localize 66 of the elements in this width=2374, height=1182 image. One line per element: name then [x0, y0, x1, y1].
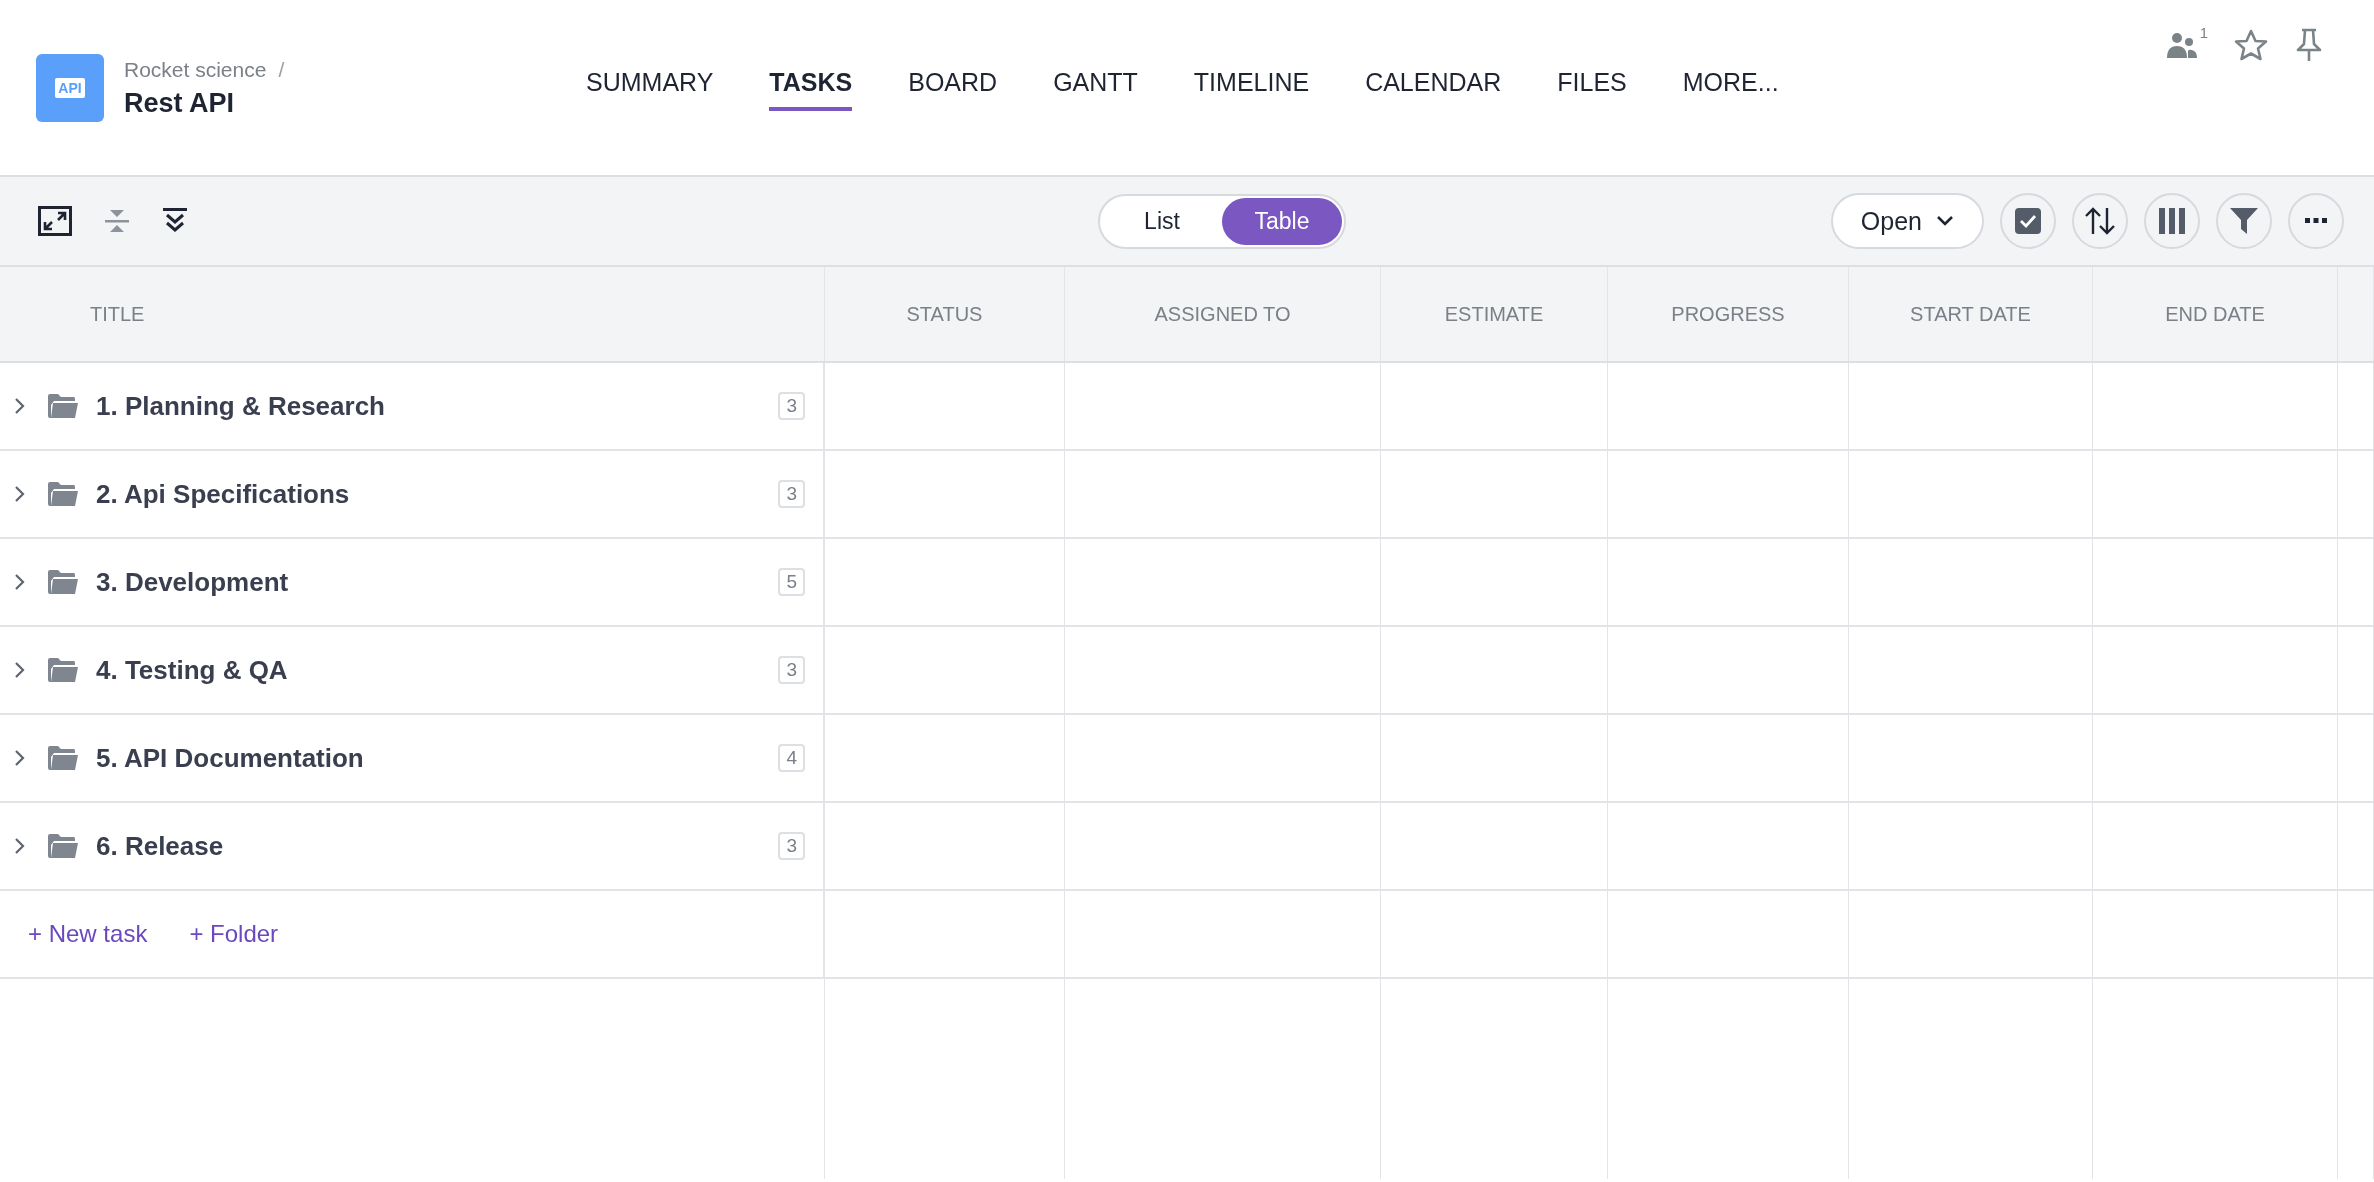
filter-button[interactable]: [2216, 193, 2272, 249]
new-task-link[interactable]: + New task: [28, 920, 148, 948]
checkbox-icon: [2015, 208, 2041, 234]
more-options-button[interactable]: [2288, 193, 2344, 249]
folder-icon: [48, 482, 78, 506]
folder-icon: [48, 394, 78, 418]
folder-title[interactable]: 5. API Documentation: [96, 742, 364, 774]
nav-tab[interactable]: SUMMARY: [586, 68, 714, 111]
logo-text: API: [55, 78, 85, 98]
folder-title[interactable]: 3. Development: [96, 566, 289, 598]
fullscreen-icon[interactable]: [38, 206, 72, 236]
folder-icon: [48, 834, 78, 858]
chevron-right-icon[interactable]: [14, 749, 26, 767]
sort-icon: [2084, 207, 2116, 235]
nav-tab[interactable]: BOARD: [908, 68, 998, 111]
folder-icon: [48, 570, 78, 594]
chevron-right-icon[interactable]: [14, 485, 26, 503]
chevron-right-icon[interactable]: [14, 397, 26, 415]
column-header[interactable]: ESTIMATE: [1444, 302, 1544, 326]
column-header[interactable]: STATUS: [906, 302, 983, 326]
chevron-right-icon[interactable]: [14, 837, 26, 855]
new-folder-link[interactable]: + Folder: [189, 920, 279, 948]
status-filter-dropdown[interactable]: Open: [1830, 193, 1984, 249]
chevron-right-icon[interactable]: [14, 661, 26, 679]
expand-all-icon[interactable]: [162, 207, 188, 235]
breadcrumb-separator: /: [278, 57, 285, 82]
folder-title[interactable]: 1. Planning & Research: [96, 390, 385, 422]
task-count-badge: 4: [778, 744, 805, 772]
select-button[interactable]: [2000, 193, 2056, 249]
folder-icon: [48, 658, 78, 682]
chevron-right-icon[interactable]: [14, 573, 26, 591]
column-header[interactable]: TITLE: [90, 302, 145, 326]
view-toggle-option[interactable]: List: [1102, 197, 1222, 245]
columns-icon: [2159, 208, 2185, 234]
nav-tab[interactable]: TASKS: [769, 68, 853, 111]
members-count: 1: [2199, 24, 2208, 41]
star-icon[interactable]: [2234, 29, 2268, 61]
nav-tab[interactable]: GANTT: [1053, 68, 1138, 111]
column-header[interactable]: ASSIGNED TO: [1154, 302, 1291, 326]
project-title: Rest API: [124, 87, 236, 119]
nav-tab[interactable]: CALENDAR: [1365, 68, 1502, 111]
nav-tab[interactable]: FILES: [1557, 68, 1627, 111]
nav-tab[interactable]: TIMELINE: [1193, 68, 1310, 111]
columns-button[interactable]: [2144, 193, 2200, 249]
task-count-badge: 3: [778, 656, 805, 684]
breadcrumb-link[interactable]: Rocket science: [124, 57, 267, 82]
column-header[interactable]: END DATE: [2165, 302, 2265, 326]
ellipsis-icon: [2305, 218, 2327, 224]
column-header[interactable]: START DATE: [1910, 302, 2031, 326]
task-count-badge: 5: [778, 568, 805, 596]
folder-title[interactable]: 6. Release: [96, 830, 224, 862]
task-count-badge: 3: [778, 392, 805, 420]
folder-icon: [48, 746, 78, 770]
chevron-down-icon: [1936, 215, 1954, 227]
folder-title[interactable]: 4. Testing & QA: [96, 654, 288, 686]
pin-icon[interactable]: [2294, 28, 2324, 62]
task-count-badge: 3: [778, 480, 805, 508]
filter-icon: [2230, 208, 2258, 234]
task-count-badge: 3: [778, 832, 805, 860]
sort-button[interactable]: [2072, 193, 2128, 249]
column-header[interactable]: PROGRESS: [1671, 302, 1785, 326]
members-icon[interactable]: [2165, 30, 2198, 60]
view-toggle-option[interactable]: Table: [1222, 197, 1342, 245]
folder-title[interactable]: 2. Api Specifications: [96, 478, 350, 510]
nav-tab[interactable]: MORE...: [1682, 68, 1779, 111]
collapse-all-icon[interactable]: [104, 208, 130, 234]
